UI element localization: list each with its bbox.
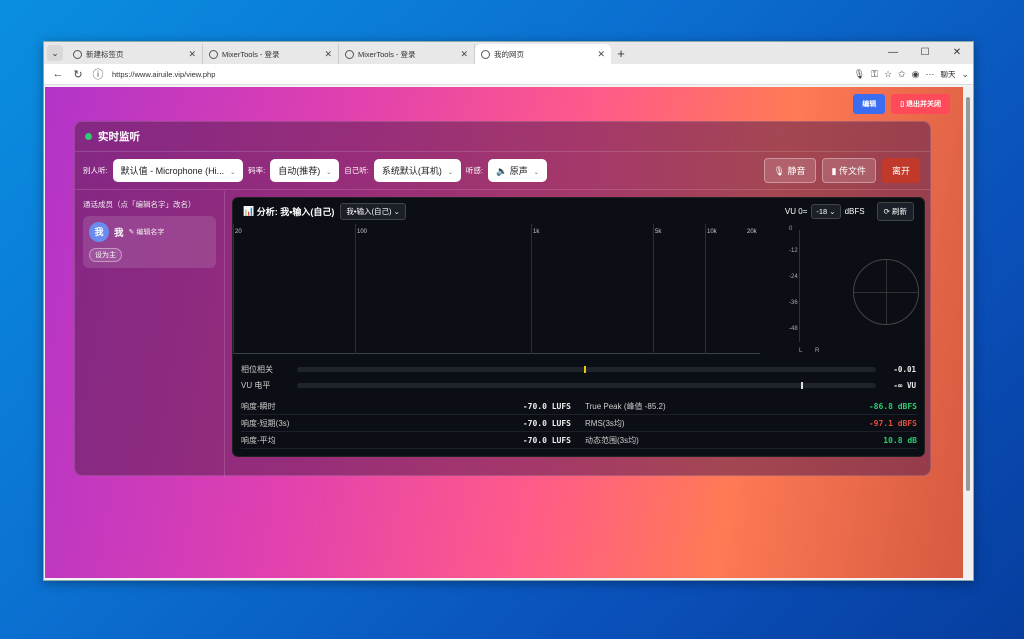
others-device-select[interactable]: 默认值 - Microphone (Hi... ⌄ <box>112 159 244 182</box>
close-tab-icon[interactable]: ✕ <box>460 49 468 60</box>
close-tab-icon[interactable]: ✕ <box>188 49 196 60</box>
mic-icon: 🎙 <box>773 166 785 176</box>
leave-button[interactable]: 离开 <box>881 158 920 183</box>
stat-row: 响度-短期(3s) -70.0 LUFS RMS(3s均) -97.1 dBFS <box>241 415 917 432</box>
tab-bar: ⌄ 新建标签页 ✕ MixerTools - 登录 ✕ MixerTools - 登… <box>44 42 973 64</box>
chevron-down-icon[interactable]: ⌄ <box>961 69 969 80</box>
phase-marker <box>583 365 586 373</box>
self-device-select[interactable]: 系统默认(耳机) ⌄ <box>373 159 461 182</box>
left-channel-label: L <box>799 348 803 354</box>
favorites-icon[interactable]: ✩ <box>898 69 906 80</box>
tab-mixertools-1[interactable]: MixerTools - 登录 ✕ <box>203 44 339 64</box>
browser-window: ⌄ 新建标签页 ✕ MixerTools - 登录 ✕ MixerTools - 登… <box>43 41 974 581</box>
monitor-panel: 实时监听 别人听: 默认值 - Microphone (Hi... ⌄ 码率: 自… <box>74 121 931 477</box>
page-scrollbar[interactable] <box>963 87 973 578</box>
stat-row: 响度-瞬时 -70.0 LUFS True Peak (峰值 -85.2) -86.8… <box>241 398 917 415</box>
close-tab-icon[interactable]: ✕ <box>324 49 332 60</box>
page-content: 编辑 ▯ 退出并关闭 实时监听 别人听: 默认值 - Microphone (H… <box>45 87 963 578</box>
codec-select[interactable]: 自动(推荐) ⌄ <box>270 159 340 182</box>
controls-row: 别人听: 默认值 - Microphone (Hi... ⌄ 码率: 自动(推荐)… <box>75 152 930 190</box>
close-window-button[interactable]: ✕ <box>941 42 973 64</box>
stat-row: 响度-平均 -70.0 LUFS 动态范围(3s均) 10.8 dB <box>241 432 917 449</box>
monitor-label: 听感: <box>465 166 483 175</box>
freq-label: 1k <box>533 229 540 235</box>
freq-label: 20 <box>235 229 242 235</box>
edit-name-button[interactable]: ✎ 编辑名字 <box>129 227 165 237</box>
analysis-source-select[interactable]: 我•输入(自己) ⌄ <box>340 202 406 220</box>
tab-newtab[interactable]: 新建标签页 ✕ <box>67 44 203 64</box>
analysis-panel: 📊 分析: 我•输入(自己) 我•输入(自己) ⌄ VU 0= -18 ⌄ dB… <box>232 197 925 457</box>
avatar: 我 <box>89 222 109 242</box>
exit-close-button[interactable]: ▯ 退出并关闭 <box>891 94 950 114</box>
minimize-button[interactable]: — <box>877 42 909 64</box>
more-icon[interactable]: ⋯ <box>925 69 934 80</box>
refresh-icon: ⟳ <box>883 206 890 216</box>
vu-marker <box>800 381 803 389</box>
profile-icon[interactable]: ◉ <box>912 69 920 80</box>
speaker-icon: 🔈 <box>496 166 508 176</box>
page-icon <box>73 49 82 59</box>
maximize-button[interactable]: ☐ <box>909 42 941 64</box>
codec-label: 码率: <box>248 166 266 175</box>
url-field[interactable]: https://www.airuile.vip/view.php <box>112 70 854 79</box>
phase-correlation-row: 相位相关 -0.01 <box>241 364 916 374</box>
tab-actions-button[interactable]: ⌄ <box>47 45 63 61</box>
db-label: 0 <box>789 226 793 232</box>
set-host-button[interactable]: 设为主 <box>89 248 122 262</box>
upload-file-button[interactable]: ▮ 传文件 <box>821 158 876 183</box>
freq-label: 20k <box>747 229 757 235</box>
file-icon: ▮ <box>831 166 837 176</box>
spectrum-analyzer: 20 100 1k 5k 10k 20k <box>233 224 760 354</box>
vu-unit: dBFS <box>844 206 865 216</box>
member-name: 我 <box>114 228 124 239</box>
db-label: -12 <box>789 248 798 254</box>
globe-icon <box>345 49 354 59</box>
tab-my-page[interactable]: 我的网页 ✕ <box>475 44 611 64</box>
monitor-select[interactable]: 🔈 原声 ⌄ <box>488 159 547 182</box>
member-card: 我 我 ✎ 编辑名字 设为主 <box>83 216 216 268</box>
chart-icon: 📊 <box>243 205 255 216</box>
new-tab-button[interactable]: + <box>611 44 631 64</box>
vu-ref-label: VU 0= <box>784 206 808 216</box>
back-icon[interactable]: ← <box>48 68 68 80</box>
vu-ref-select[interactable]: -18 ⌄ <box>811 203 841 219</box>
freq-label: 100 <box>357 229 368 235</box>
loudness-stats: 响度-瞬时 -70.0 LUFS True Peak (峰值 -85.2) -86.8… <box>241 398 917 449</box>
vu-value: -∞ VU <box>893 380 916 390</box>
self-label: 自己听: <box>344 166 369 175</box>
pencil-icon: ✎ <box>128 229 135 236</box>
right-channel-label: R <box>815 348 820 354</box>
site-info-icon[interactable]: ⓘ <box>88 66 108 82</box>
edit-button[interactable]: 编辑 <box>853 94 886 114</box>
vu-level-row: VU 电平 -∞ VU <box>241 380 916 390</box>
phase-value: -0.01 <box>893 364 916 374</box>
favorite-icon[interactable]: ☆ <box>884 69 892 80</box>
address-bar: ← ↻ ⓘ https://www.airuile.vip/view.php 🎙… <box>44 64 973 85</box>
freq-label: 5k <box>655 229 662 235</box>
globe-icon <box>481 49 490 59</box>
mic-icon[interactable]: 🎙 <box>854 69 865 80</box>
globe-icon <box>209 49 218 59</box>
members-title: 通话成员（点「编辑名字」改名） <box>83 200 196 209</box>
panel-title: 实时监听 <box>98 131 140 143</box>
others-label: 别人听: <box>83 166 108 175</box>
reload-icon[interactable]: ↻ <box>68 68 88 81</box>
tab-mixertools-2[interactable]: MixerTools - 登录 ✕ <box>339 44 475 64</box>
live-status-dot <box>85 133 92 140</box>
close-tab-icon[interactable]: ✕ <box>597 49 605 60</box>
members-sidebar: 通话成员（点「编辑名字」改名） 我 我 ✎ 编辑名字 设为主 <box>75 191 225 477</box>
mute-button[interactable]: 🎙 静音 <box>763 158 816 183</box>
refresh-button[interactable]: ⟳ 刷新 <box>876 201 914 221</box>
freq-label: 10k <box>707 229 717 235</box>
analysis-title: 分析: 我•输入(自己) <box>256 206 335 217</box>
db-label: -36 <box>789 300 798 306</box>
level-meter: 0 -12 -24 -36 -48 L R <box>763 224 923 354</box>
db-label: -24 <box>789 274 798 280</box>
goniometer <box>853 259 919 325</box>
copilot-chat-button[interactable]: 聊天 <box>940 69 955 80</box>
db-label: -48 <box>789 326 798 332</box>
key-icon[interactable]: ⚿ <box>871 69 878 80</box>
